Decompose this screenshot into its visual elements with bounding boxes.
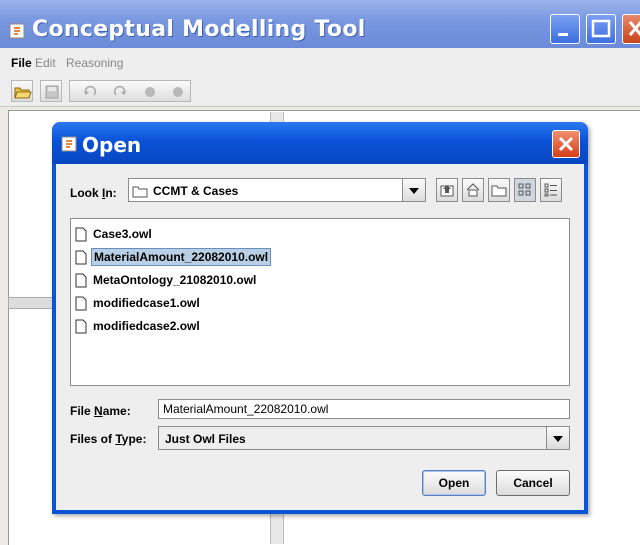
maximize-button[interactable]	[586, 14, 616, 44]
file-name: modifiedcase2.owl	[93, 319, 200, 333]
redo-icon[interactable]	[112, 84, 128, 100]
look-in-value: CCMT & Cases	[153, 184, 239, 198]
maximize-icon	[591, 19, 611, 38]
open-button[interactable]	[11, 80, 33, 102]
home-icon	[466, 183, 480, 197]
list-item[interactable]: modifiedcase2.owl	[75, 317, 202, 335]
chevron-down-icon[interactable]	[402, 179, 425, 201]
open-folder-icon	[14, 87, 32, 99]
menu-edit[interactable]: Edit	[35, 56, 56, 70]
file-type-combo[interactable]: Just Owl Files	[158, 426, 570, 450]
menu-file[interactable]: File	[11, 56, 32, 70]
open-dialog: Open Look In: CCMT & Cases Case3.owl Mat…	[52, 122, 588, 514]
dialog-body: Look In: CCMT & Cases Case3.owl Material…	[56, 164, 584, 510]
save-button[interactable]	[40, 80, 62, 102]
minimize-button[interactable]	[550, 14, 580, 44]
up-folder-button[interactable]	[436, 178, 458, 202]
file-name-label: File Name:	[70, 404, 131, 418]
circle-icon[interactable]	[142, 84, 158, 100]
menu-bar: File Edit Reasoning	[0, 48, 640, 77]
file-type-value: Just Owl Files	[165, 432, 246, 446]
new-folder-icon	[491, 185, 507, 197]
main-window-title: Conceptual Modelling Tool	[32, 17, 366, 42]
file-list[interactable]: Case3.owl MaterialAmount_22082010.owl Me…	[70, 218, 570, 386]
list-view-icon	[518, 183, 531, 196]
close-icon	[558, 136, 574, 152]
file-type-label: Files of Type:	[70, 432, 147, 446]
minimize-icon	[558, 33, 568, 36]
list-item[interactable]: MetaOntology_21082010.owl	[75, 271, 258, 289]
details-view-icon	[544, 183, 557, 197]
document-icon	[75, 227, 87, 241]
details-view-button[interactable]	[540, 178, 562, 202]
file-name: MetaOntology_21082010.owl	[93, 273, 257, 287]
java-icon	[61, 136, 77, 152]
home-button[interactable]	[462, 178, 484, 202]
save-icon	[45, 85, 59, 99]
menu-reasoning[interactable]: Reasoning	[66, 56, 123, 70]
look-in-combo[interactable]: CCMT & Cases	[128, 178, 426, 202]
cancel-button[interactable]: Cancel	[496, 470, 570, 496]
dialog-title: Open	[82, 133, 142, 157]
undo-icon[interactable]	[82, 84, 98, 100]
list-item[interactable]: MaterialAmount_22082010.owl	[75, 248, 272, 266]
up-folder-icon	[440, 185, 454, 197]
document-icon	[75, 296, 87, 310]
close-window-button[interactable]	[622, 14, 640, 44]
horizontal-splitter-handle[interactable]	[8, 297, 58, 309]
folder-icon	[132, 186, 148, 198]
document-icon	[75, 319, 87, 333]
file-name: Case3.owl	[93, 227, 152, 241]
document-icon	[75, 273, 87, 287]
close-icon	[628, 21, 640, 36]
chevron-down-icon[interactable]	[546, 427, 569, 449]
list-item[interactable]: modifiedcase1.owl	[75, 294, 202, 312]
main-title-bar: Conceptual Modelling Tool	[0, 0, 640, 48]
edit-tools-group	[69, 80, 191, 102]
circle-icon[interactable]	[170, 84, 186, 100]
list-view-button[interactable]	[514, 178, 536, 202]
file-name-input[interactable]	[158, 399, 570, 419]
list-item[interactable]: Case3.owl	[75, 225, 154, 243]
file-name: MaterialAmount_22082010.owl	[91, 248, 272, 266]
dialog-close-button[interactable]	[552, 130, 580, 158]
java-icon	[9, 23, 25, 39]
look-in-label: Look In:	[70, 186, 117, 200]
file-name: modifiedcase1.owl	[93, 296, 200, 310]
open-button[interactable]: Open	[422, 470, 486, 496]
new-folder-button[interactable]	[488, 178, 510, 202]
document-icon	[75, 250, 87, 264]
dialog-title-bar: Open	[52, 122, 588, 164]
toolbar	[0, 76, 640, 107]
